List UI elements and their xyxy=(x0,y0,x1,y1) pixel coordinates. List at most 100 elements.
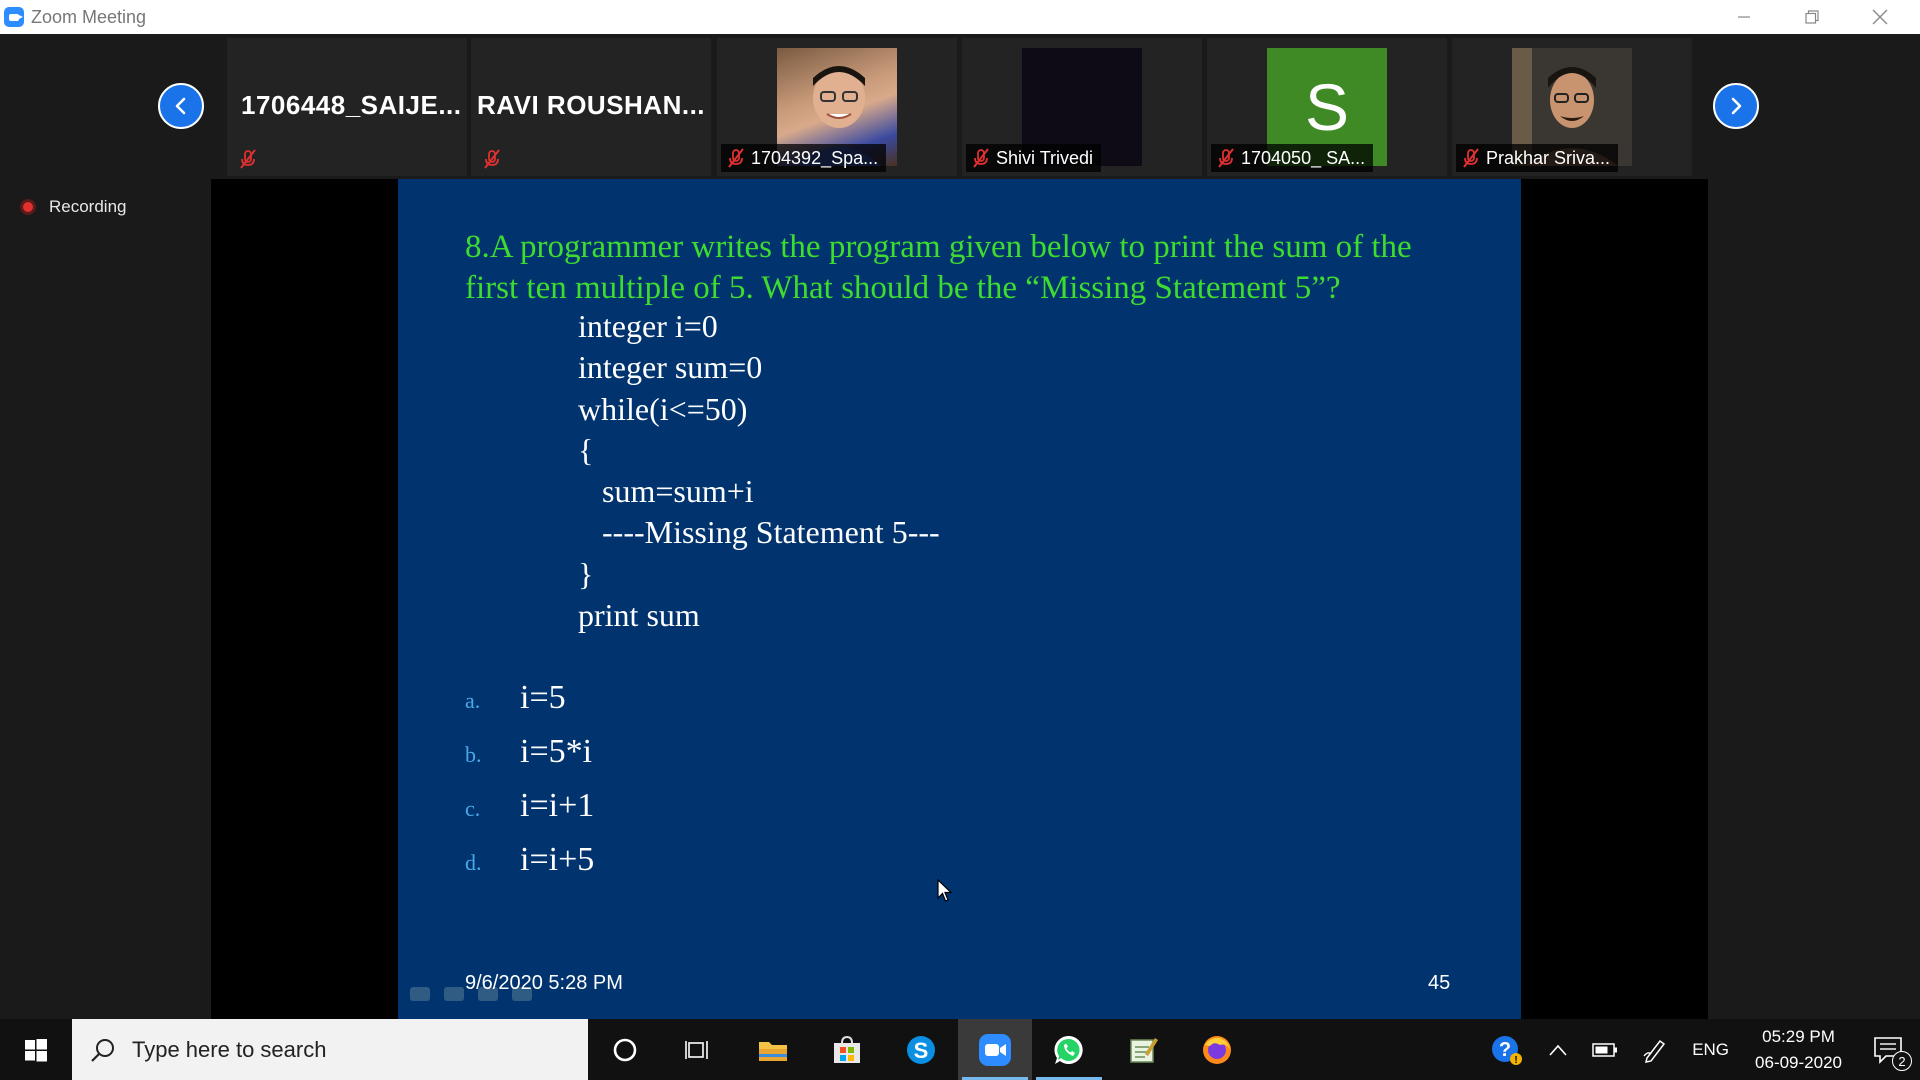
start-button[interactable] xyxy=(0,1019,72,1080)
battery-status[interactable] xyxy=(1580,1019,1630,1080)
search-placeholder: Type here to search xyxy=(132,1036,327,1062)
question-text: 8.A programmer writes the program given … xyxy=(465,227,1485,309)
skype-button[interactable]: S xyxy=(884,1019,958,1080)
title-bar: Zoom Meeting xyxy=(0,0,1920,34)
svg-text:?: ? xyxy=(1499,1039,1511,1061)
taskbar-search-box[interactable]: Type here to search xyxy=(72,1019,588,1080)
participant-tile[interactable]: S 1704050_ SA... xyxy=(1207,38,1447,176)
code-line: print sum xyxy=(578,597,700,634)
previous-slide-icon[interactable] xyxy=(410,987,430,1001)
answer-option: d. i=i+5 xyxy=(465,841,594,895)
participant-caption: Prakhar Sriva... xyxy=(1456,144,1619,172)
participant-caption: 1704050_ SA... xyxy=(1211,144,1374,172)
code-line: integer i=0 xyxy=(578,308,718,344)
answer-option: c. i=i+1 xyxy=(465,787,594,841)
previous-participants-button[interactable] xyxy=(158,83,204,129)
store-icon xyxy=(834,1035,860,1063)
participant-name: Shivi Trivedi xyxy=(996,147,1094,168)
cortana-button[interactable] xyxy=(588,1019,662,1080)
chevron-up-icon xyxy=(1549,1044,1567,1056)
show-hidden-icons-button[interactable] xyxy=(1536,1019,1580,1080)
participant-tile[interactable]: RAVI ROUSHAN... xyxy=(471,38,711,176)
help-update-icon: ?! xyxy=(1492,1035,1523,1066)
notification-count-badge: 2 xyxy=(1892,1051,1912,1071)
whatsapp-button[interactable] xyxy=(1032,1019,1106,1080)
pen-workspace-button[interactable] xyxy=(1630,1019,1680,1080)
input-language[interactable]: ENG xyxy=(1680,1019,1741,1080)
whatsapp-icon xyxy=(1054,1035,1083,1064)
code-line: integer sum=0 xyxy=(578,349,763,386)
zoom-icon xyxy=(979,1033,1011,1066)
clock-time: 05:29 PM xyxy=(1762,1026,1835,1046)
zoom-taskbar-button[interactable] xyxy=(958,1019,1032,1080)
participant-name: 1706448_SAIJE... xyxy=(241,90,462,120)
code-line: ----Missing Statement 5--- xyxy=(578,514,940,551)
next-participants-button[interactable] xyxy=(1713,83,1759,129)
option-letter: c. xyxy=(465,796,481,821)
system-tray: ?! ENG 05:29 PM 06-09-2020 2 xyxy=(1478,1019,1920,1080)
svg-text:!: ! xyxy=(1515,1055,1518,1066)
participant-tile[interactable]: Prakhar Sriva... xyxy=(1452,38,1692,176)
firefox-icon xyxy=(1203,1035,1231,1064)
answer-option: b. i=5*i xyxy=(465,733,594,787)
pen-workspace-icon xyxy=(1643,1039,1666,1063)
option-letter: d. xyxy=(465,850,482,875)
recording-label: Recording xyxy=(49,197,127,216)
participant-name: RAVI ROUSHAN... xyxy=(477,90,706,120)
close-icon xyxy=(1872,9,1888,25)
chevron-right-icon xyxy=(1731,97,1742,115)
option-value: i=5*i xyxy=(520,733,593,770)
answer-option: a. i=5 xyxy=(465,679,594,733)
question-line: first ten multiple of 5. What should be … xyxy=(465,270,1341,306)
muted-mic-icon xyxy=(973,148,989,168)
participant-name: 1704392_Spa... xyxy=(751,147,879,168)
taskbar: Type here to search S ?! ENG 05:29 PM 06… xyxy=(0,1019,1920,1080)
battery-icon xyxy=(1592,1042,1618,1057)
task-view-button[interactable] xyxy=(662,1019,736,1080)
restore-button[interactable] xyxy=(1778,0,1846,34)
question-line: 8.A programmer writes the program given … xyxy=(465,229,1412,265)
option-value: i=i+1 xyxy=(520,787,595,824)
muted-mic-icon xyxy=(728,148,744,168)
clock-date: 06-09-2020 xyxy=(1755,1052,1842,1072)
slide-number: 45 xyxy=(1428,972,1451,994)
file-explorer-icon xyxy=(759,1041,787,1061)
firefox-button[interactable] xyxy=(1180,1019,1254,1080)
meeting-area: 1706448_SAIJE... RAVI ROUSHAN... 1704392… xyxy=(0,34,1920,1019)
muted-mic-icon xyxy=(1218,148,1234,168)
mouse-cursor-icon xyxy=(937,879,953,902)
pen-icon[interactable] xyxy=(444,987,464,1001)
store-button[interactable] xyxy=(810,1019,884,1080)
participant-tile[interactable]: 1706448_SAIJE... xyxy=(227,38,467,176)
close-button[interactable] xyxy=(1846,0,1914,34)
recording-indicator[interactable]: Recording xyxy=(20,197,127,217)
code-line: sum=sum+i xyxy=(578,473,754,510)
code-line: while(i<=50) xyxy=(578,390,748,427)
answer-options: a. i=5 b. i=5*i c. i=i+1 d. i=i+5 xyxy=(465,679,594,895)
notepad-icon xyxy=(1130,1037,1158,1063)
code-line: { xyxy=(578,431,594,468)
svg-text:S: S xyxy=(914,1038,929,1063)
option-value: i=i+5 xyxy=(520,841,595,878)
taskbar-clock[interactable]: 05:29 PM 06-09-2020 xyxy=(1741,1024,1856,1076)
windows-logo-icon xyxy=(25,1038,47,1061)
skype-icon: S xyxy=(907,1035,935,1064)
help-tray-button[interactable]: ?! xyxy=(1478,1019,1536,1080)
code-block: integer i=0 integer sum=0 while(i<=50) {… xyxy=(578,306,940,636)
participant-name: Prakhar Sriva... xyxy=(1486,147,1611,168)
notepad-button[interactable] xyxy=(1106,1019,1180,1080)
presentation-slide: 8.A programmer writes the program given … xyxy=(398,179,1521,1019)
restore-icon xyxy=(1805,10,1819,24)
file-explorer-button[interactable] xyxy=(736,1019,810,1080)
cortana-icon xyxy=(613,1038,637,1061)
zoom-app-icon xyxy=(4,7,24,27)
participant-tile[interactable]: 1704392_Spa... xyxy=(717,38,957,176)
slide-datetime: 9/6/2020 5:28 PM xyxy=(465,972,623,994)
minimize-button[interactable] xyxy=(1710,0,1778,34)
action-center-button[interactable]: 2 xyxy=(1856,1019,1920,1080)
participant-tile[interactable]: Shivi Trivedi xyxy=(962,38,1202,176)
muted-mic-icon xyxy=(1463,148,1479,168)
participant-name: 1704050_ SA... xyxy=(1241,147,1366,168)
participant-caption: 1704392_Spa... xyxy=(721,144,887,172)
muted-mic-icon xyxy=(240,149,256,169)
